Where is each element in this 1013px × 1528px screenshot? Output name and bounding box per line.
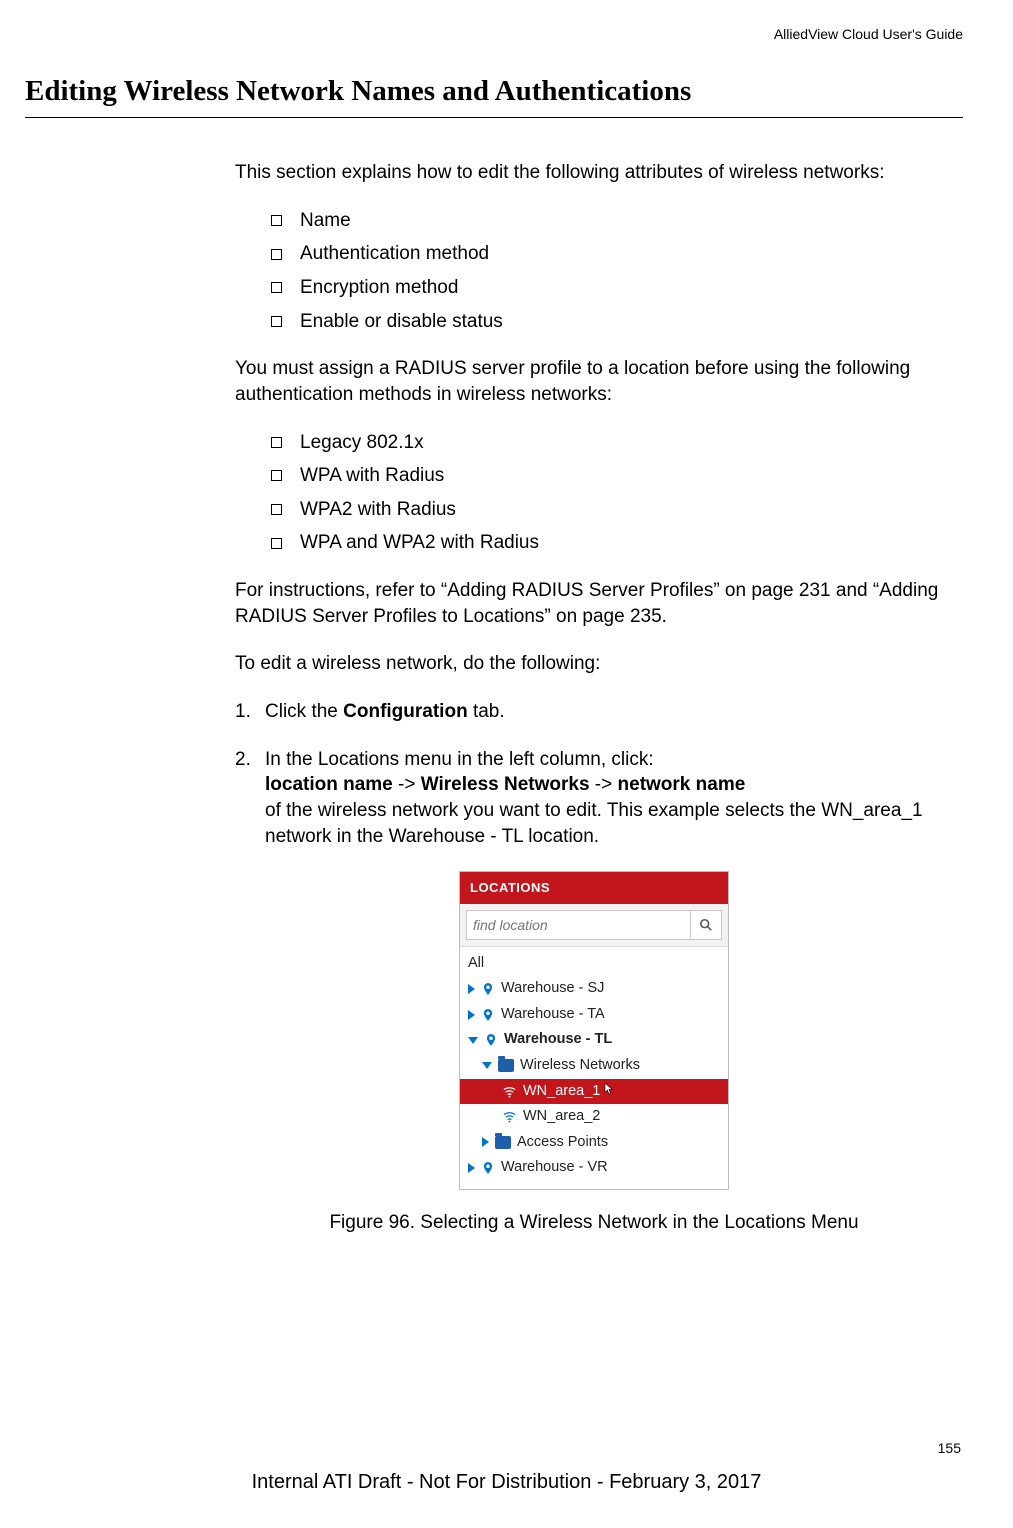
page-title: Editing Wireless Network Names and Authe…: [25, 72, 963, 111]
item-label: WN_area_1: [523, 1082, 600, 1102]
list-item: Name: [271, 208, 953, 234]
network-wn-area-1[interactable]: WN_area_1: [460, 1079, 728, 1105]
bullet-icon: [271, 470, 282, 481]
step-body: In the Locations menu in the left column…: [265, 747, 953, 850]
bullet-icon: [271, 437, 282, 448]
search-input[interactable]: [466, 910, 690, 940]
item-label: Wireless Networks: [520, 1056, 640, 1076]
step-number: 1.: [235, 699, 265, 725]
attributes-list: Name Authentication method Encryption me…: [235, 208, 953, 335]
pin-icon: [481, 1161, 495, 1175]
pin-icon: [484, 1033, 498, 1047]
folder-icon: [495, 1136, 511, 1149]
list-item-label: WPA and WPA2 with Radius: [300, 530, 539, 556]
folder-icon: [498, 1059, 514, 1072]
wireless-networks-node[interactable]: Wireless Networks: [460, 1053, 728, 1079]
radius-intro: You must assign a RADIUS server profile …: [235, 356, 953, 407]
figure: LOCATIONS All Warehouse - SJ: [235, 871, 953, 1235]
step-2: 2. In the Locations menu in the left col…: [235, 747, 953, 850]
search-icon: [699, 918, 713, 932]
expand-icon: [482, 1137, 489, 1147]
list-item: WPA2 with Radius: [271, 497, 953, 523]
list-item: Enable or disable status: [271, 309, 953, 335]
location-item-sj[interactable]: Warehouse - SJ: [460, 976, 728, 1002]
list-item-label: Authentication method: [300, 241, 489, 267]
location-item-vr[interactable]: Warehouse - VR: [460, 1155, 728, 1181]
step-text: Click the: [265, 701, 343, 722]
bullet-icon: [271, 538, 282, 549]
bullet-icon: [271, 215, 282, 226]
collapse-icon: [482, 1062, 492, 1069]
list-item: WPA with Radius: [271, 463, 953, 489]
step-bold: Configuration: [343, 701, 468, 722]
expand-icon: [468, 984, 475, 994]
path-network: network name: [618, 774, 746, 795]
path-wireless: Wireless Networks: [421, 774, 590, 795]
list-item-label: Encryption method: [300, 275, 458, 301]
locations-list: All Warehouse - SJ Warehouse - TA: [460, 947, 728, 1189]
wifi-icon: [502, 1084, 517, 1099]
location-item-ta[interactable]: Warehouse - TA: [460, 1002, 728, 1028]
edit-intro: To edit a wireless network, do the follo…: [235, 651, 953, 677]
locations-header: LOCATIONS: [460, 872, 728, 904]
list-item-label: Enable or disable status: [300, 309, 503, 335]
access-points-node[interactable]: Access Points: [460, 1130, 728, 1156]
item-label: Warehouse - VR: [501, 1158, 608, 1178]
bullet-icon: [271, 249, 282, 260]
network-wn-area-2[interactable]: WN_area_2: [460, 1104, 728, 1130]
list-item: Encryption method: [271, 275, 953, 301]
list-item-label: Name: [300, 208, 351, 234]
expand-icon: [468, 1010, 475, 1020]
bullet-icon: [271, 282, 282, 293]
item-label: Warehouse - TL: [504, 1030, 612, 1050]
step-body: Click the Configuration tab.: [265, 699, 953, 725]
step-1: 1. Click the Configuration tab.: [235, 699, 953, 725]
location-item-tl[interactable]: Warehouse - TL: [460, 1027, 728, 1053]
list-item-label: Legacy 802.1x: [300, 430, 424, 456]
cursor-icon: [602, 1083, 616, 1099]
list-item: Authentication method: [271, 241, 953, 267]
path-sep: ->: [590, 774, 618, 795]
locations-panel: LOCATIONS All Warehouse - SJ: [459, 871, 729, 1190]
locations-search: [460, 904, 728, 947]
header-doc-title: AlliedView Cloud User's Guide: [25, 25, 963, 44]
collapse-icon: [468, 1037, 478, 1044]
list-item: WPA and WPA2 with Radius: [271, 530, 953, 556]
item-label: WN_area_2: [523, 1107, 600, 1127]
list-item: Legacy 802.1x: [271, 430, 953, 456]
step-number: 2.: [235, 747, 265, 850]
radius-list: Legacy 802.1x WPA with Radius WPA2 with …: [235, 430, 953, 557]
list-item-label: WPA with Radius: [300, 463, 444, 489]
figure-caption: Figure 96. Selecting a Wireless Network …: [235, 1210, 953, 1236]
expand-icon: [468, 1163, 475, 1173]
step-text: tab.: [468, 701, 505, 722]
list-item-label: WPA2 with Radius: [300, 497, 456, 523]
step-text: In the Locations menu in the left column…: [265, 749, 654, 770]
reference-paragraph: For instructions, refer to “Adding RADIU…: [235, 578, 953, 629]
pin-icon: [481, 982, 495, 996]
search-button[interactable]: [690, 910, 722, 940]
content: This section explains how to edit the fo…: [235, 160, 953, 1235]
intro-paragraph: This section explains how to edit the fo…: [235, 160, 953, 186]
footer-draft: Internal ATI Draft - Not For Distributio…: [0, 1469, 1013, 1496]
item-label: Access Points: [517, 1133, 608, 1153]
page-number: 155: [938, 1439, 961, 1458]
bullet-icon: [271, 316, 282, 327]
locations-all[interactable]: All: [460, 951, 728, 977]
path-location: location name: [265, 774, 393, 795]
pin-icon: [481, 1008, 495, 1022]
title-rule: [25, 117, 963, 118]
item-label: All: [468, 954, 484, 974]
page: AlliedView Cloud User's Guide Editing Wi…: [0, 0, 1013, 1528]
wifi-icon: [502, 1109, 517, 1124]
item-label: Warehouse - TA: [501, 1005, 605, 1025]
path-sep: ->: [393, 774, 421, 795]
item-label: Warehouse - SJ: [501, 979, 604, 999]
step-text: of the wireless network you want to edit…: [265, 800, 923, 847]
bullet-icon: [271, 504, 282, 515]
